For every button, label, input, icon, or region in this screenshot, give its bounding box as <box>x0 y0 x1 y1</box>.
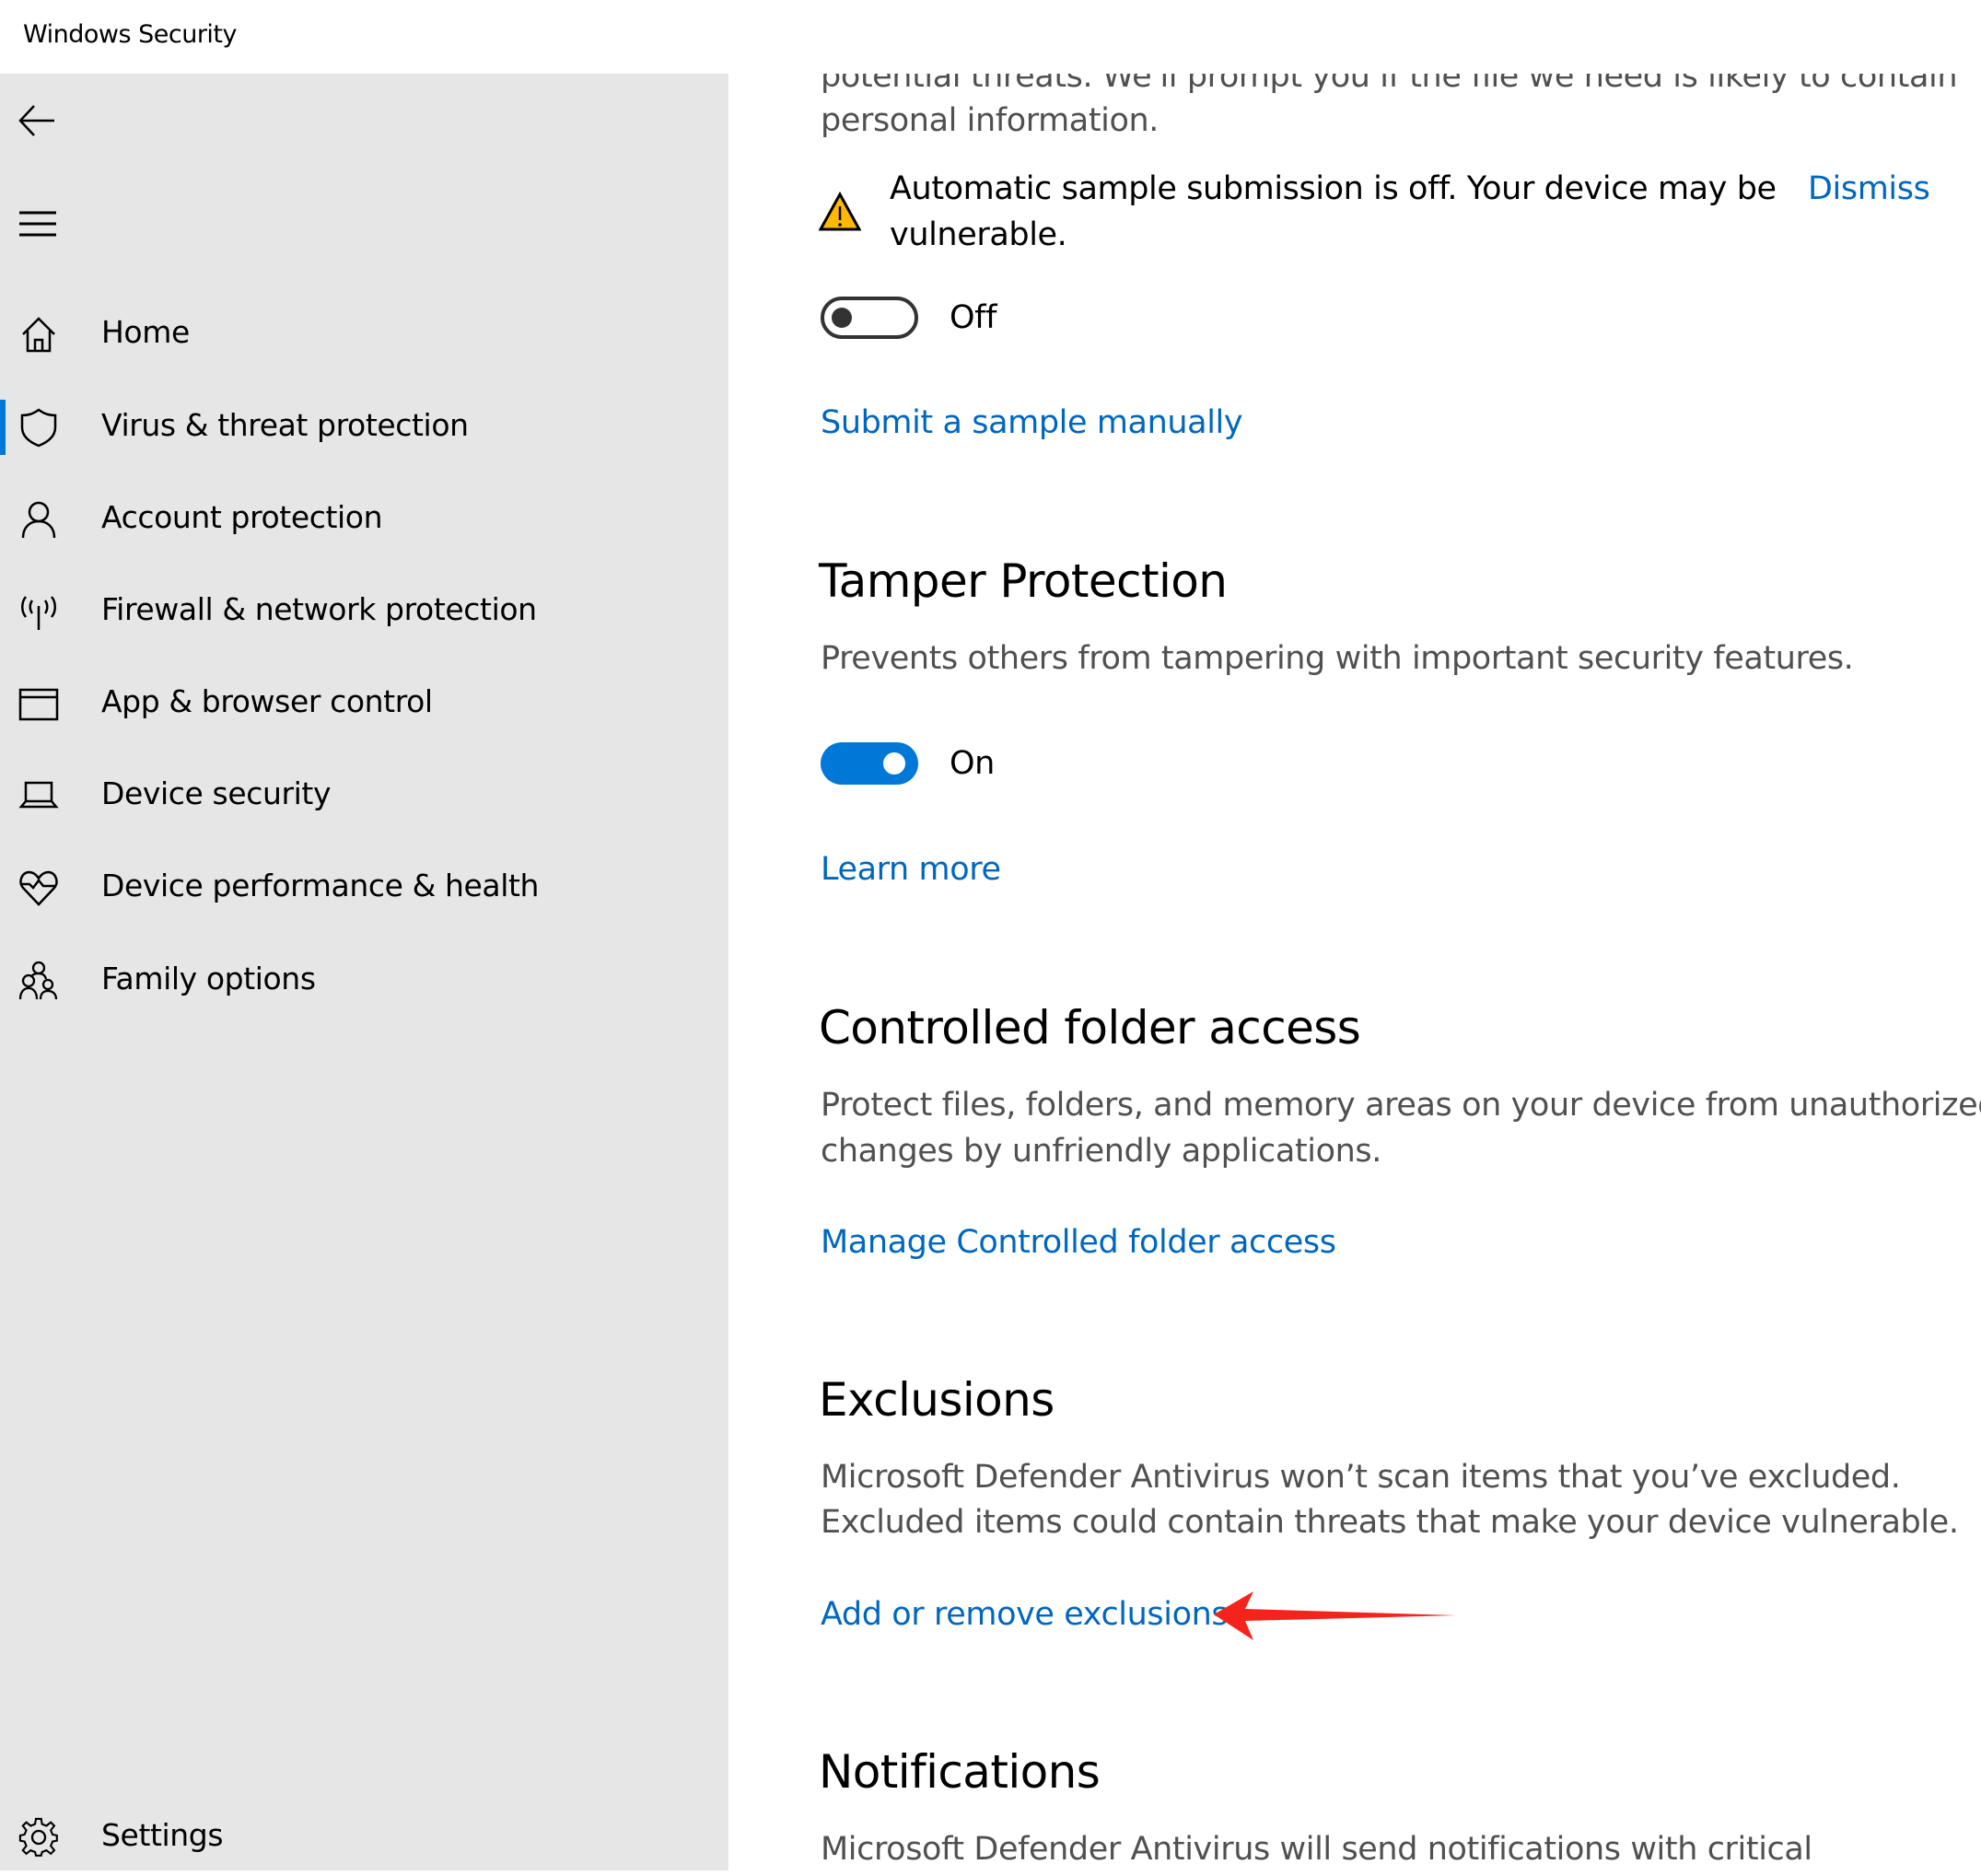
sidebar-item-label: Account protection <box>101 499 383 535</box>
sidebar-item-home[interactable]: Home <box>0 296 728 373</box>
browser-window-icon <box>18 688 59 721</box>
annotation-arrow-icon <box>1214 1591 1456 1640</box>
warning-message-line: vulnerable. <box>890 216 1067 253</box>
dismiss-link[interactable]: Dismiss <box>1808 166 1930 212</box>
toggle-state-label: On <box>950 745 995 782</box>
tamper-protection-desc: Prevents others from tampering with impo… <box>821 640 1854 677</box>
shield-icon <box>20 408 57 448</box>
sidebar-item-label: Device security <box>101 775 332 811</box>
sidebar-item-family-options[interactable]: Family options <box>0 942 728 1020</box>
sidebar-item-settings[interactable]: Settings <box>0 1799 728 1876</box>
sidebar-item-app-browser-control[interactable]: App & browser control <box>0 665 728 742</box>
exclusions-desc-line: Excluded items could contain threats tha… <box>821 1504 1959 1541</box>
controlled-folder-access-desc-line: changes by unfriendly applications. <box>821 1133 1381 1170</box>
notifications-desc-line: Microsoft Defender Antivirus will send n… <box>821 1831 1812 1868</box>
sidebar-item-device-security[interactable]: Device security <box>0 757 728 834</box>
sample-submission-toggle[interactable] <box>821 297 918 339</box>
sidebar-item-label: App & browser control <box>101 683 433 719</box>
sidebar-item-label: Device performance & health <box>101 868 540 903</box>
warning-message-line: Automatic sample submission is off. Your… <box>890 170 1777 207</box>
sidebar-item-firewall-network-protection[interactable]: Firewall & network protection <box>0 573 728 650</box>
toggle-state-label: Off <box>950 299 996 336</box>
active-indicator <box>0 400 6 455</box>
main-content: potential threats. We'll prompt you if t… <box>728 74 1981 1870</box>
sidebar-item-virus-threat-protection[interactable]: Virus & threat protection <box>0 389 728 466</box>
toggle-knob <box>832 308 852 328</box>
home-icon <box>22 317 55 353</box>
controlled-folder-access-heading: Controlled folder access <box>819 1001 1361 1055</box>
sidebar-item-label: Family options <box>101 961 316 996</box>
sidebar-item-label: Virus & threat protection <box>101 407 469 443</box>
tamper-protection-toggle[interactable] <box>821 742 918 785</box>
laptop-icon <box>18 781 59 809</box>
hamburger-icon <box>19 211 56 237</box>
submit-sample-manually-link[interactable]: Submit a sample manually <box>821 400 1243 446</box>
sidebar-item-device-performance-health[interactable]: Device performance & health <box>0 849 728 926</box>
sidebar-nav: Home Virus & threat protection Account p… <box>0 74 728 1870</box>
toggle-knob <box>883 752 905 775</box>
family-icon <box>18 961 58 1000</box>
antenna-icon <box>21 596 56 630</box>
window-title: Windows Security <box>23 20 237 49</box>
controlled-folder-access-desc-line: Protect files, folders, and memory areas… <box>821 1087 1981 1124</box>
sidebar-item-label: Home <box>101 314 190 350</box>
manage-controlled-folder-access-link[interactable]: Manage Controlled folder access <box>821 1219 1336 1265</box>
notifications-heading: Notifications <box>819 1745 1101 1799</box>
sidebar-item-label: Settings <box>101 1817 224 1853</box>
title-bar: Windows Security <box>0 0 1981 74</box>
hamburger-menu-button[interactable] <box>17 203 59 245</box>
warning-icon <box>818 191 862 236</box>
sidebar-item-label: Firewall & network protection <box>101 591 537 627</box>
gear-icon <box>18 1817 58 1857</box>
back-arrow-icon <box>18 105 54 136</box>
add-or-remove-exclusions-link[interactable]: Add or remove exclusions <box>821 1591 1229 1637</box>
back-button[interactable] <box>17 99 59 142</box>
learn-more-link[interactable]: Learn more <box>821 846 1001 892</box>
exclusions-desc-line: Microsoft Defender Antivirus won’t scan … <box>821 1459 1901 1496</box>
sample-submission-desc-line: potential threats. We'll prompt you if t… <box>821 74 1958 95</box>
exclusions-heading: Exclusions <box>819 1373 1055 1427</box>
tamper-protection-heading: Tamper Protection <box>819 554 1228 608</box>
sidebar-item-account-protection[interactable]: Account protection <box>0 481 728 558</box>
heart-pulse-icon <box>19 870 58 906</box>
sample-submission-desc-line: personal information. <box>821 102 1159 139</box>
person-icon <box>21 501 56 539</box>
